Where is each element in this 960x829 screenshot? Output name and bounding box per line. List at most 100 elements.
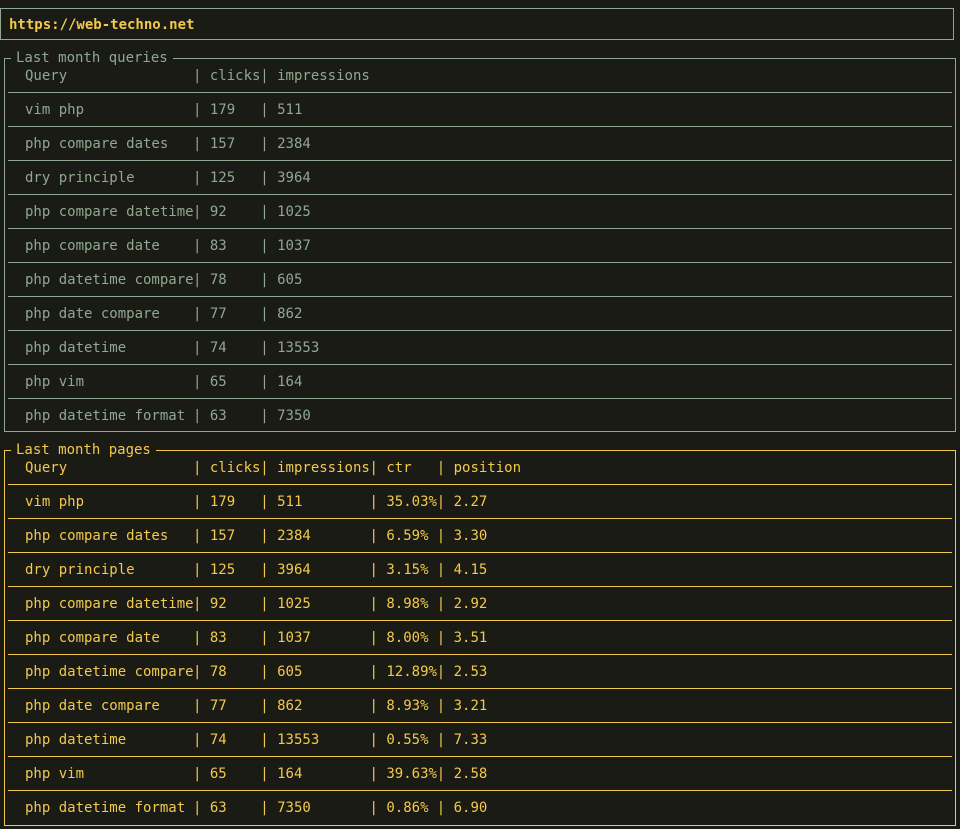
table-cell: dry principle — [25, 169, 135, 186]
table-cell: 0.86% — [386, 800, 429, 816]
table-cell: 77 — [209, 697, 227, 714]
column-separator: | — [436, 663, 454, 680]
row-cells: php datetime compare| 78 | 605 — [25, 272, 370, 288]
table-cell: 511 — [277, 101, 303, 118]
column-separator: | — [193, 237, 210, 254]
table-row: vim php | 179 | 511 — [8, 93, 952, 127]
pages-panel: Last month pages Query | clicks| impressi… — [4, 442, 956, 826]
table-cell: 74 — [209, 731, 227, 748]
column-separator: | — [260, 305, 278, 322]
column-separator: | — [193, 408, 210, 424]
table-cell: 7350 — [277, 408, 311, 424]
column-separator: | — [369, 527, 387, 544]
table-cell: 78 — [209, 663, 227, 680]
column-header: clicks — [209, 460, 261, 476]
table-cell: 2384 — [277, 527, 311, 544]
table-row: php compare date | 83 | 1037 — [8, 229, 952, 263]
table-cell: php compare date — [25, 629, 160, 646]
row-cells: php compare datetime| 92 | 1025 | 8.98% | 2… — [25, 596, 521, 612]
row-cells: dry principle | 125 | 3964 | 3.15% | 4.15 — [25, 562, 521, 578]
table-row: php compare datetime| 92 | 1025 | 8.98% | 2… — [8, 587, 952, 621]
column-separator: | — [369, 697, 387, 714]
column-separator: | — [436, 697, 454, 714]
table-cell: 78 — [209, 271, 227, 288]
column-header: clicks — [209, 68, 261, 84]
table-cell: 65 — [209, 373, 227, 390]
table-cell: 125 — [209, 561, 236, 578]
column-separator: | — [193, 68, 210, 84]
url-text: https://web-techno.net — [9, 17, 195, 33]
column-separator: | — [369, 731, 387, 748]
column-separator: | — [193, 561, 210, 578]
table-row: php datetime format | 63 | 7350 | 0.86% | 6.… — [8, 791, 952, 825]
column-separator: | — [260, 460, 278, 476]
table-cell: 1025 — [277, 595, 311, 612]
table-cell: 1037 — [277, 237, 311, 254]
url-bar[interactable]: https://web-techno.net — [0, 8, 954, 40]
column-separator: | — [260, 561, 278, 578]
table-cell: 179 — [209, 493, 236, 510]
column-separator: | — [260, 101, 278, 118]
column-separator: | — [193, 527, 210, 544]
column-separator: | — [260, 800, 278, 816]
table-cell: 2.58 — [453, 765, 488, 782]
table-cell: 164 — [277, 765, 303, 782]
column-separator: | — [193, 271, 210, 288]
table-cell: 7.33 — [453, 731, 488, 748]
row-cells: php compare dates | 157 | 2384 — [25, 136, 370, 152]
table-cell: php datetime — [25, 731, 127, 748]
column-separator: | — [193, 339, 210, 356]
row-cells: php compare dates | 157 | 2384 | 6.59% | 3.3… — [25, 528, 521, 544]
table-cell: 862 — [277, 305, 303, 322]
row-cells: php date compare | 77 | 862 | 8.93% | 3.21 — [25, 698, 521, 714]
table-row: php compare datetime| 92 | 1025 — [8, 195, 952, 229]
table-row: php vim | 65 | 164 — [8, 365, 952, 399]
table-cell: 3964 — [277, 169, 311, 186]
row-cells: Query | clicks| impressions — [25, 68, 370, 84]
row-cells: php datetime format | 63 | 7350 — [25, 408, 370, 424]
column-separator: | — [193, 663, 210, 680]
table-cell: php date compare — [25, 305, 160, 322]
column-separator: | — [436, 731, 454, 748]
column-header: impressions — [277, 460, 370, 476]
column-separator: | — [260, 697, 278, 714]
table-cell: 92 — [209, 595, 227, 612]
table-cell: php datetime format — [25, 800, 186, 816]
table-cell: 13553 — [277, 339, 320, 356]
column-separator: | — [193, 101, 210, 118]
table-row: php date compare | 77 | 862 | 8.93% | 3.21 — [8, 689, 952, 723]
table-cell: 1025 — [277, 203, 311, 220]
table-cell: vim php — [25, 493, 85, 510]
table-row: php vim | 65 | 164 | 39.63%| 2.58 — [8, 757, 952, 791]
table-cell: 35.03% — [386, 493, 437, 510]
column-separator: | — [260, 373, 278, 390]
table-cell: 3.51 — [453, 629, 488, 646]
table-cell: 0.55% — [386, 731, 429, 748]
table-cell: php compare datetime — [25, 595, 194, 612]
column-separator: | — [260, 595, 278, 612]
table-row: php datetime | 74 | 13553 — [8, 331, 952, 365]
column-separator: | — [436, 765, 454, 782]
table-cell: php datetime — [25, 339, 127, 356]
row-cells: php compare date | 83 | 1037 | 8.00% | 3.51 — [25, 630, 521, 646]
table-cell: 3.15% — [386, 561, 429, 578]
table-row: dry principle | 125 | 3964 — [8, 161, 952, 195]
column-separator: | — [260, 408, 278, 424]
table-cell: 6.59% — [386, 527, 429, 544]
table-cell: 13553 — [277, 731, 320, 748]
column-separator: | — [369, 493, 387, 510]
column-separator: | — [369, 595, 387, 612]
table-row: dry principle | 125 | 3964 | 3.15% | 4.15 — [8, 553, 952, 587]
table-cell: 8.00% — [386, 629, 429, 646]
table-cell: 2384 — [277, 135, 311, 152]
column-separator: | — [260, 629, 278, 646]
table-cell: 2.27 — [453, 493, 488, 510]
column-separator: | — [193, 135, 210, 152]
column-separator: | — [260, 237, 278, 254]
column-separator: | — [193, 765, 210, 782]
column-separator: | — [436, 493, 454, 510]
table-cell: 83 — [209, 629, 227, 646]
table-cell: 3964 — [277, 561, 311, 578]
table-cell: 65 — [209, 765, 227, 782]
column-separator: | — [436, 595, 454, 612]
